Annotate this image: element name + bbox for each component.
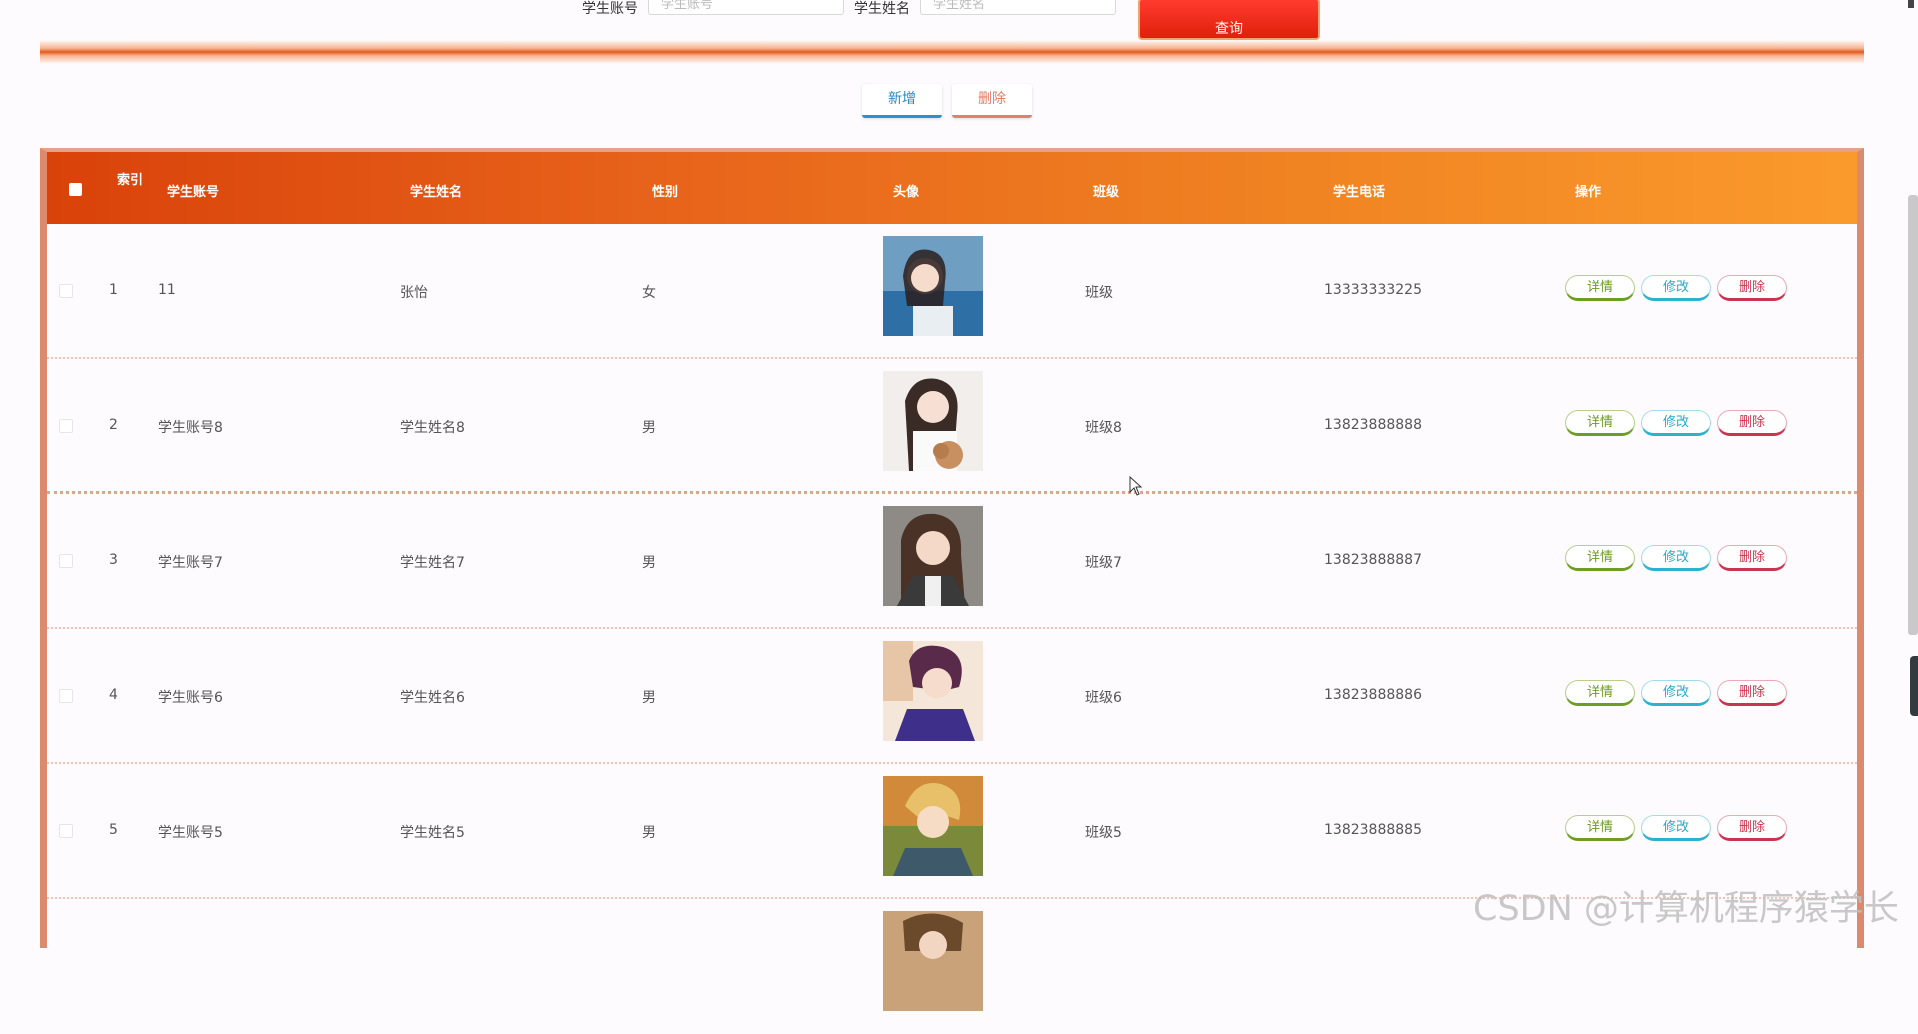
cell-index: 1 (109, 282, 118, 298)
student-table: 索引 学生账号 学生姓名 性别 头像 班级 学生电话 操作 1 11 张怡 女 … (40, 148, 1864, 1011)
edit-button[interactable]: 修改 (1641, 815, 1711, 841)
cell-phone: 13823888887 (1324, 552, 1422, 568)
cell-class: 班级7 (1085, 555, 1122, 571)
delete-button[interactable]: 删除 (1717, 680, 1787, 706)
delete-button[interactable]: 删除 (1717, 275, 1787, 301)
edit-button[interactable]: 修改 (1641, 275, 1711, 301)
row-checkbox[interactable] (59, 284, 73, 298)
header-ops: 操作 (1575, 185, 1602, 200)
cell-index: 3 (109, 552, 118, 568)
cell-account: 学生账号6 (158, 690, 223, 706)
cell-phone: 13823888888 (1324, 417, 1422, 433)
cell-account: 学生账号5 (158, 825, 223, 841)
cell-gender: 男 (642, 825, 656, 841)
name-search-label: 学生姓名 (854, 1, 910, 17)
table-row: 2 学生账号8 学生姓名8 男 班级8 13823888888 详情 修改 删除 (47, 359, 1857, 494)
row-checkbox[interactable] (59, 689, 73, 703)
header-phone: 学生电话 (1333, 185, 1386, 200)
cell-gender: 男 (642, 420, 656, 436)
table-row: 5 学生账号5 学生姓名5 男 班级5 13823888885 详情 修改 删除 (47, 764, 1857, 899)
cell-phone: 13823888886 (1324, 687, 1422, 703)
account-search-input[interactable]: 学生账号 (648, 0, 844, 15)
table-header: 索引 学生账号 学生姓名 性别 头像 班级 学生电话 操作 (47, 152, 1857, 224)
cell-index: 2 (109, 417, 118, 433)
detail-button[interactable]: 详情 (1565, 545, 1635, 571)
cell-name: 张怡 (400, 285, 428, 301)
cell-gender: 男 (642, 555, 656, 571)
delete-button[interactable]: 删除 (1717, 545, 1787, 571)
detail-button[interactable]: 详情 (1565, 680, 1635, 706)
cell-gender: 男 (642, 690, 656, 706)
cell-class: 班级5 (1085, 825, 1122, 841)
avatar-image (883, 641, 983, 741)
header-index: 索引 (117, 173, 144, 188)
mouse-cursor-icon (1129, 475, 1143, 500)
table-row: 3 学生账号7 学生姓名7 男 班级7 13823888887 详情 修改 删除 (47, 494, 1857, 629)
header-account: 学生账号 (167, 185, 220, 200)
delete-button[interactable]: 删除 (1717, 410, 1787, 436)
delete-button[interactable]: 删除 (1717, 815, 1787, 841)
edit-button[interactable]: 修改 (1641, 545, 1711, 571)
cell-name: 学生姓名8 (400, 420, 465, 436)
cell-class: 班级8 (1085, 420, 1122, 436)
cell-phone: 13823888885 (1324, 822, 1422, 838)
detail-button[interactable]: 详情 (1565, 275, 1635, 301)
table-row: 1 11 张怡 女 班级 13333333225 详情 修改 删除 (47, 224, 1857, 359)
row-checkbox[interactable] (59, 824, 73, 838)
avatar-image (883, 371, 983, 471)
batch-delete-button[interactable]: 删除 (952, 84, 1032, 118)
row-checkbox[interactable] (59, 419, 73, 433)
avatar-image (883, 236, 983, 336)
avatar-image (883, 506, 983, 606)
side-panel-handle[interactable] (1910, 656, 1918, 716)
cell-class: 班级6 (1085, 690, 1122, 706)
header-class: 班级 (1093, 185, 1120, 200)
cell-index: 5 (109, 822, 118, 838)
cell-account: 学生账号8 (158, 420, 223, 436)
detail-button[interactable]: 详情 (1565, 815, 1635, 841)
cell-account: 11 (158, 282, 176, 298)
cell-gender: 女 (642, 285, 656, 301)
cell-index: 4 (109, 687, 118, 703)
window-corner-icon (1908, 0, 1914, 8)
search-bar: 学生账号 学生账号 学生姓名 学生姓名 (0, 0, 1918, 20)
decorative-divider (40, 40, 1864, 64)
cell-name: 学生姓名5 (400, 825, 465, 841)
detail-button[interactable]: 详情 (1565, 410, 1635, 436)
select-all-checkbox[interactable] (69, 183, 82, 196)
edit-button[interactable]: 修改 (1641, 410, 1711, 436)
edit-button[interactable]: 修改 (1641, 680, 1711, 706)
row-checkbox[interactable] (59, 554, 73, 568)
cell-class: 班级 (1085, 285, 1113, 301)
header-gender: 性别 (652, 185, 679, 200)
avatar-image (883, 776, 983, 876)
cell-account: 学生账号7 (158, 555, 223, 571)
name-search-input[interactable]: 学生姓名 (920, 0, 1116, 15)
query-button[interactable]: 查询 (1138, 0, 1320, 40)
header-avatar: 头像 (893, 185, 920, 200)
table-row: 4 学生账号6 学生姓名6 男 班级6 13823888886 详情 修改 删除 (47, 629, 1857, 764)
add-button[interactable]: 新增 (862, 84, 942, 118)
cell-name: 学生姓名6 (400, 690, 465, 706)
avatar-image (883, 911, 983, 1011)
page-scrollbar[interactable] (1908, 195, 1918, 635)
cell-name: 学生姓名7 (400, 555, 465, 571)
header-name: 学生姓名 (410, 185, 463, 200)
watermark: CSDN @计算机程序猿学长 (1473, 889, 1899, 929)
cell-phone: 13333333225 (1324, 282, 1422, 298)
account-search-label: 学生账号 (582, 1, 638, 17)
